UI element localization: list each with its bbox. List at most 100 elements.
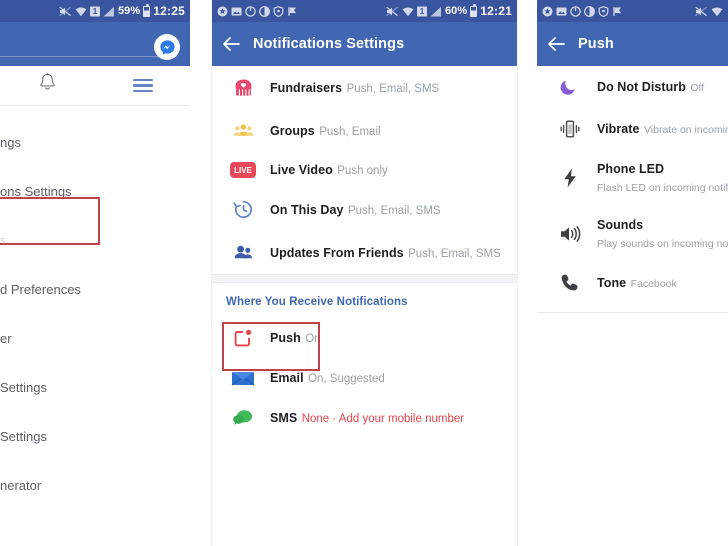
list-item-text: Groups Push, Email bbox=[260, 122, 381, 140]
live-video-icon: LIVE bbox=[226, 161, 260, 179]
list-item-subtitle: Flash LED on incoming notifications bbox=[597, 182, 728, 194]
list-item-text: Phone LED Flash LED on incoming notifica… bbox=[587, 160, 728, 196]
image-icon bbox=[556, 6, 567, 17]
pie-icon bbox=[259, 5, 270, 17]
list-item-title: Sounds bbox=[597, 218, 644, 232]
back-arrow-icon[interactable] bbox=[222, 35, 240, 53]
list-item-title: Groups bbox=[270, 123, 315, 138]
push-settings-list: Do Not Disturb Off Vibrate Vibrate on in… bbox=[537, 66, 728, 313]
list-item-title: Push bbox=[270, 331, 301, 345]
app-bar-middle: Notifications Settings bbox=[212, 22, 517, 66]
list-item-text: Do Not Disturb Off bbox=[587, 78, 704, 96]
wifi-icon bbox=[402, 6, 414, 17]
status-bar-right bbox=[537, 0, 728, 22]
menu-list-left: ngs ons Settings s d Preferences er Sett… bbox=[0, 106, 190, 510]
list-item-text: Updates From Friends Push, Email, SMS bbox=[260, 244, 501, 262]
list-item-push[interactable]: Push On bbox=[212, 317, 517, 359]
image-icon bbox=[231, 6, 242, 17]
signal-icon bbox=[103, 6, 115, 17]
list-item-subtitle: Push, Email, SMS bbox=[347, 204, 441, 217]
list-item-text: Push On bbox=[260, 329, 321, 347]
section-divider bbox=[212, 274, 517, 283]
list-item-live-video[interactable]: LIVE Live Video Push only bbox=[212, 152, 517, 188]
battery-icon bbox=[143, 3, 151, 17]
vibrate-icon bbox=[553, 118, 587, 140]
shield-icon bbox=[273, 5, 284, 17]
list-item-title: Vibrate bbox=[597, 122, 640, 136]
list-bottom-divider bbox=[537, 312, 728, 313]
list-item-fundraisers[interactable]: Fundraisers Push, Email, SMS bbox=[212, 66, 517, 109]
clock-left: 12:25 bbox=[153, 4, 185, 18]
phone-panel-left: 1 59% 12:25 ngs ons Settings s d Prefere… bbox=[0, 0, 190, 546]
list-item-text: SMS None · Add your mobile number bbox=[260, 409, 464, 427]
shield-icon bbox=[598, 5, 609, 17]
list-item-sms[interactable]: SMS None · Add your mobile number bbox=[212, 397, 517, 439]
messenger-icon[interactable] bbox=[154, 34, 180, 60]
menu-item-label: d Preferences bbox=[0, 282, 81, 297]
menu-item-label: nerator bbox=[0, 478, 42, 493]
menu-item[interactable]: Settings bbox=[0, 412, 190, 461]
menu-item[interactable]: nerator bbox=[0, 461, 190, 510]
list-item-sounds[interactable]: Sounds Play sounds on incoming notificat… bbox=[537, 206, 728, 262]
mute-icon bbox=[695, 6, 708, 17]
list-item-text: Fundraisers Push, Email, SMS bbox=[260, 79, 439, 97]
back-arrow-icon[interactable] bbox=[547, 35, 565, 53]
pie-icon bbox=[584, 5, 595, 17]
list-item-subtitle: None · Add your mobile number bbox=[301, 413, 465, 425]
notification-channels-list: Push On Email On, Suggested SMS None · A… bbox=[212, 317, 517, 439]
list-item-do-not-disturb[interactable]: Do Not Disturb Off bbox=[537, 66, 728, 108]
app-bar-right: Push bbox=[537, 22, 728, 66]
menu-item[interactable]: er bbox=[0, 314, 190, 363]
status-bar-middle: 1 60% 12:21 bbox=[212, 0, 517, 22]
list-item-subtitle: Push, Email, SMS bbox=[346, 82, 440, 95]
menu-item-label: ngs bbox=[0, 135, 21, 150]
screenshot-stage: 1 59% 12:25 ngs ons Settings s d Prefere… bbox=[0, 0, 728, 546]
list-item-subtitle: Push only bbox=[337, 165, 388, 177]
updates-from-friends-icon bbox=[226, 240, 260, 265]
sim-icon: 1 bbox=[89, 6, 100, 17]
list-item-on-this-day[interactable]: On This Day Push, Email, SMS bbox=[212, 188, 517, 231]
flag-icon bbox=[287, 6, 298, 17]
menu-item-label: ons Settings bbox=[0, 184, 72, 199]
notification-categories-list: Fundraisers Push, Email, SMS Groups Push… bbox=[212, 66, 517, 274]
list-item-phone-led[interactable]: Phone LED Flash LED on incoming notifica… bbox=[537, 150, 728, 206]
list-item-subtitle: Off bbox=[690, 82, 705, 94]
menu-item[interactable]: d Preferences bbox=[0, 265, 190, 314]
menu-item[interactable]: ngs bbox=[0, 118, 190, 167]
list-item-text: On This Day Push, Email, SMS bbox=[260, 201, 441, 219]
wifi-icon bbox=[75, 6, 87, 17]
menu-item[interactable]: Settings bbox=[0, 363, 190, 412]
bell-icon[interactable] bbox=[37, 72, 58, 99]
on-this-day-icon bbox=[226, 197, 260, 222]
menu-item-label: Settings bbox=[0, 380, 47, 395]
sms-icon bbox=[226, 406, 260, 430]
mute-icon bbox=[59, 6, 72, 17]
svg-text:1: 1 bbox=[93, 7, 98, 16]
section-header-where-you-receive: Where You Receive Notifications bbox=[226, 296, 408, 308]
sounds-icon bbox=[553, 223, 587, 245]
phone-panel-right: Push Do Not Disturb Off Vibrate Vibrate … bbox=[537, 0, 728, 546]
list-item-text: Email On, Suggested bbox=[260, 369, 385, 387]
wifi-icon bbox=[711, 6, 723, 17]
list-item-title: Do Not Disturb bbox=[597, 80, 686, 94]
list-item-updates-from-friends[interactable]: Updates From Friends Push, Email, SMS bbox=[212, 231, 517, 274]
list-item-email[interactable]: Email On, Suggested bbox=[212, 359, 517, 397]
flag-icon bbox=[612, 6, 623, 17]
hamburger-icon[interactable] bbox=[132, 78, 153, 93]
signal-icon bbox=[430, 6, 442, 17]
list-item-text: Tone Facebook bbox=[587, 274, 677, 292]
power-icon bbox=[245, 5, 256, 17]
menu-item[interactable]: s bbox=[0, 216, 190, 265]
page-title: Push bbox=[578, 36, 614, 52]
push-icon bbox=[226, 326, 260, 350]
list-item-tone[interactable]: Tone Facebook bbox=[537, 262, 728, 304]
svg-text:LIVE: LIVE bbox=[234, 166, 252, 175]
clock-middle: 12:21 bbox=[480, 4, 512, 18]
list-item-vibrate[interactable]: Vibrate Vibrate on incoming notification… bbox=[537, 108, 728, 150]
menu-item-notifications-settings[interactable]: ons Settings bbox=[0, 167, 190, 216]
list-item-groups[interactable]: Groups Push, Email bbox=[212, 109, 517, 152]
facebook-tab-bar bbox=[0, 66, 190, 106]
tone-icon bbox=[553, 272, 587, 294]
list-item-text: Sounds Play sounds on incoming notificat… bbox=[587, 216, 728, 252]
list-item-title: Fundraisers bbox=[270, 80, 343, 95]
